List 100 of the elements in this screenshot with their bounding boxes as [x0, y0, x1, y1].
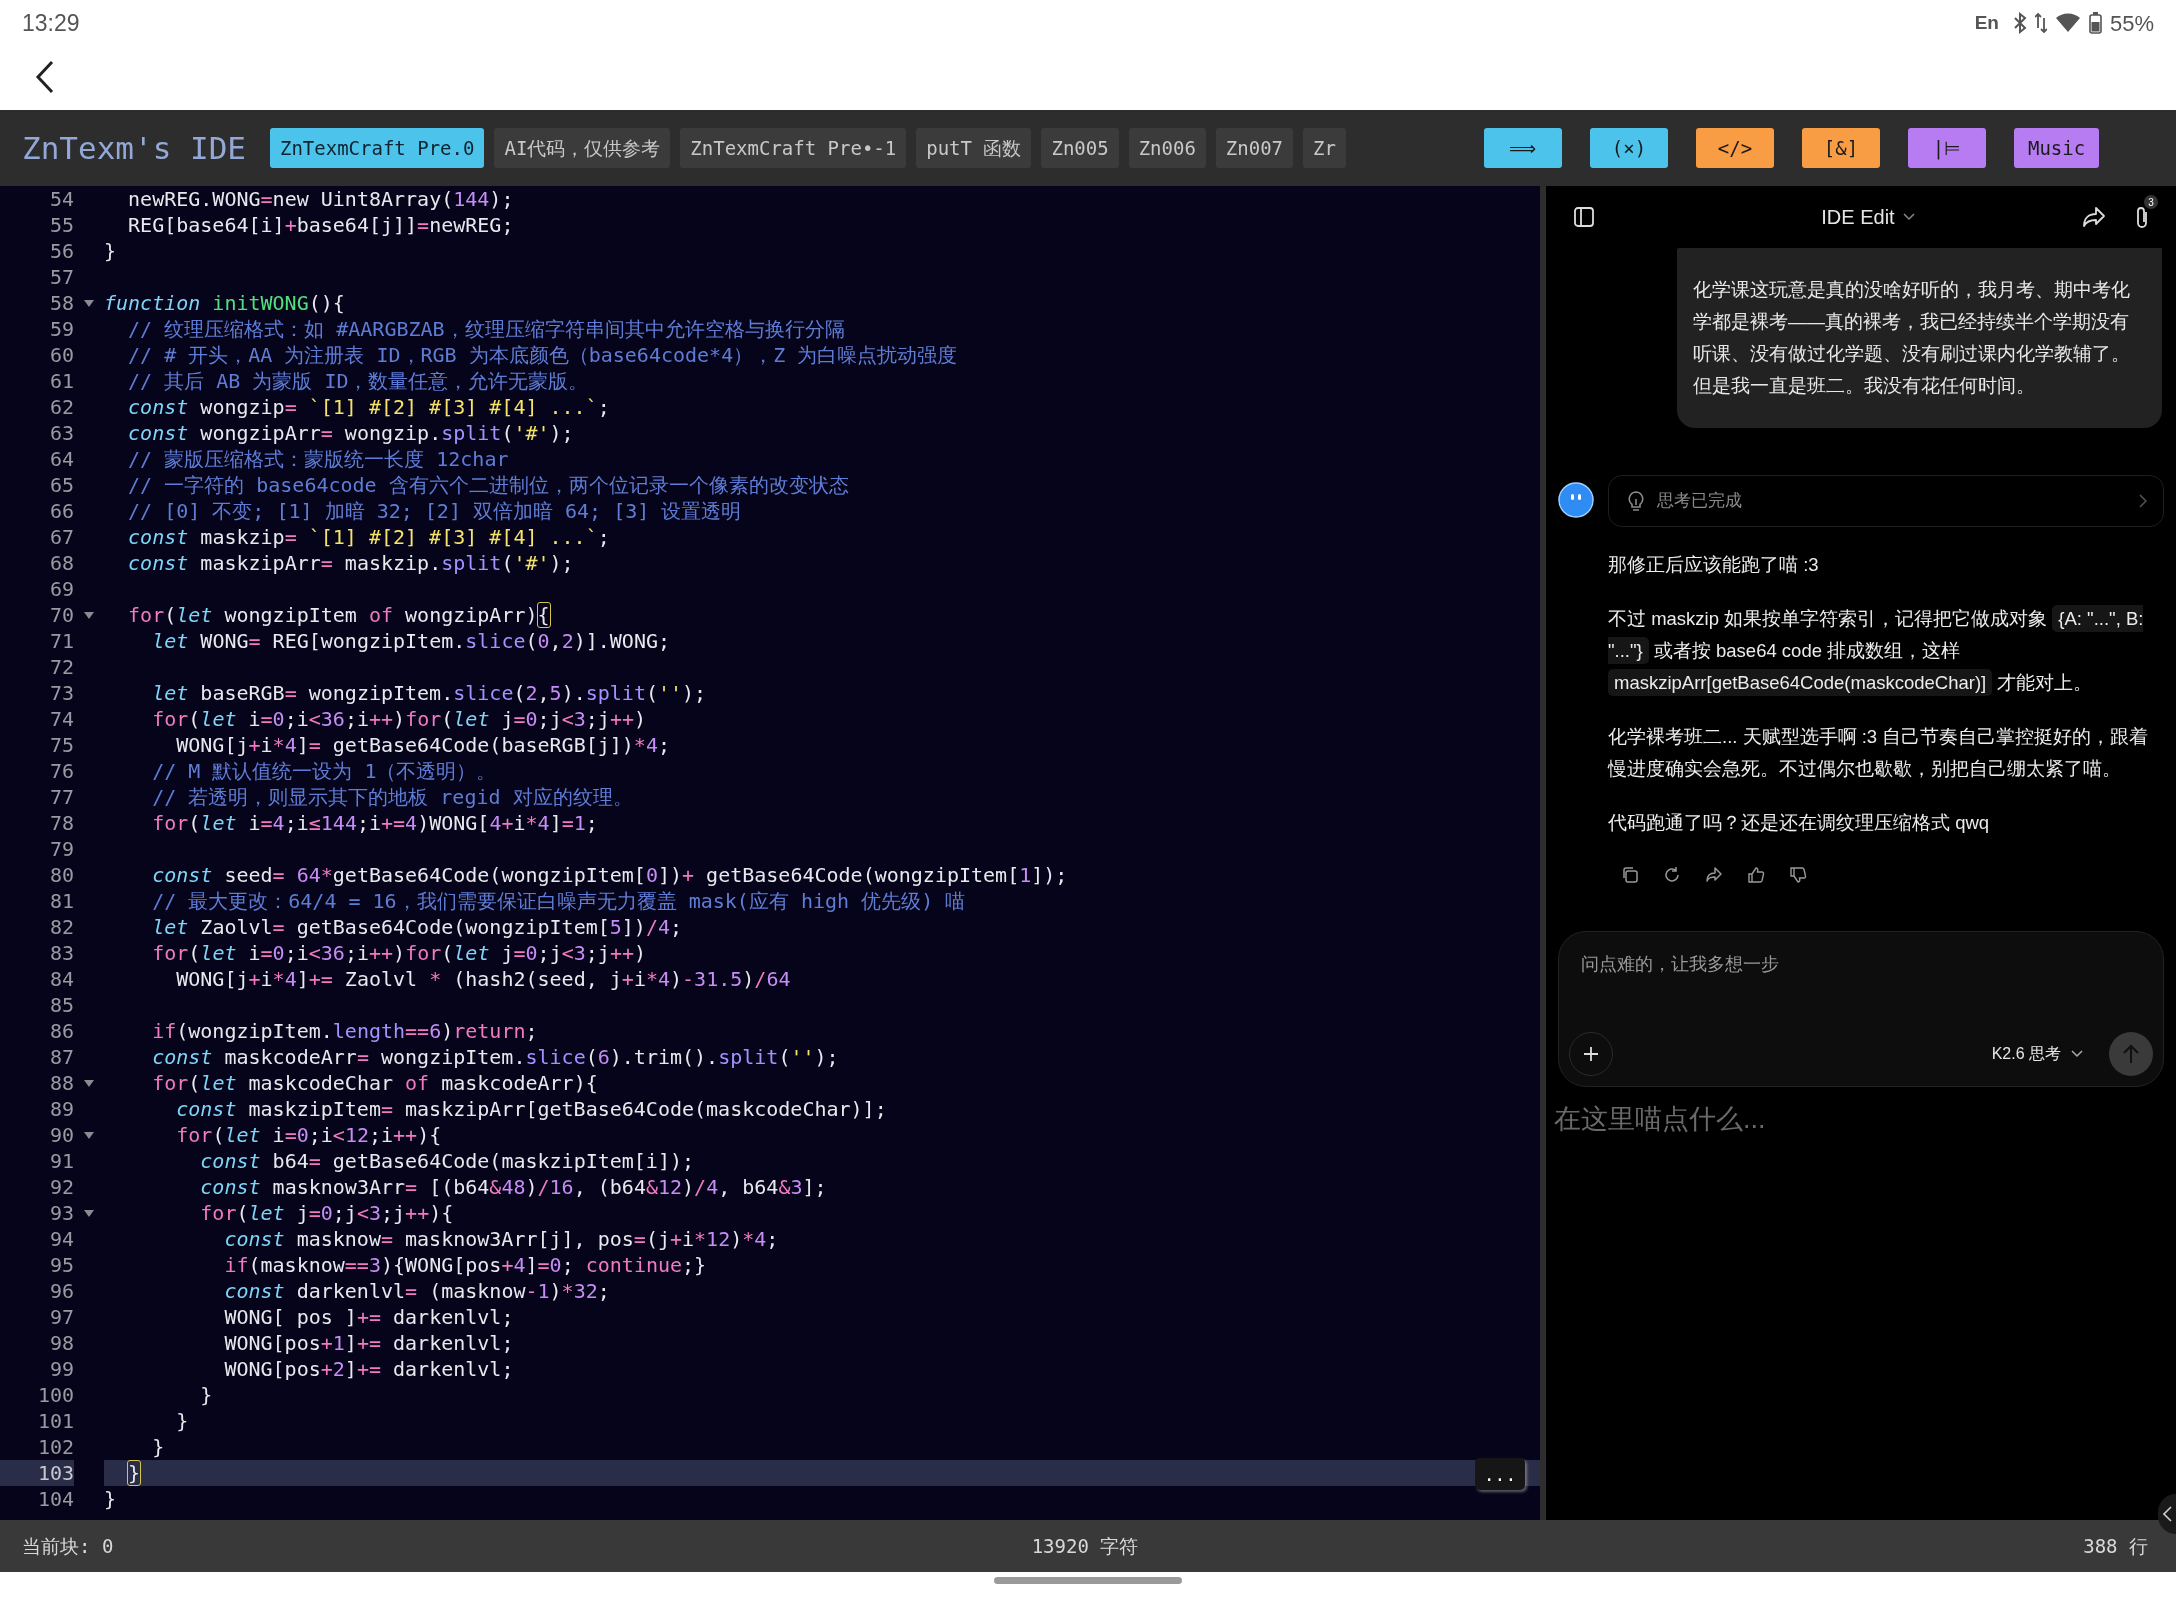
line-number: 98: [48, 1330, 74, 1356]
thumbs-down-icon[interactable]: [1789, 866, 1807, 884]
sidebar-toggle-icon[interactable]: [1574, 207, 1594, 227]
code-line: const masknow3Arr= [(b64&48)/16, (b64&12)/4, b64&3];: [199, 1174, 828, 1200]
code-line: const b64= getBase64Code(maskzipItem[i]);: [199, 1148, 696, 1174]
battery-icon: [2088, 12, 2102, 34]
code-line: WONG[j+i*4]+= Zaolvl * (hash2(seed, j+i*4)-31.5)/64: [175, 966, 792, 992]
line-number: 104: [36, 1486, 74, 1512]
code-line: WONG[j+i*4]= getBase64Code(baseRGB[j])*4;: [175, 732, 671, 758]
file-tab[interactable]: AI代码，仅供参考: [494, 128, 671, 168]
data-arrows-icon: [2034, 12, 2047, 34]
ide-input-field[interactable]: 在这里喵点什么...: [1554, 1099, 2154, 1139]
line-number: 54: [48, 186, 74, 212]
code-line: const maskzipArr= maskzip.split('#');: [127, 550, 575, 576]
code-line: const maskzip= `[1] #[2] #[3] #[4] ...`;: [127, 524, 611, 550]
line-number: 83: [48, 940, 74, 966]
line-number: 91: [48, 1148, 74, 1174]
file-tab[interactable]: Zr: [1303, 128, 1346, 168]
line-number: 94: [48, 1226, 74, 1252]
line-count: 388 行: [2082, 1533, 2148, 1559]
line-number: 97: [48, 1304, 74, 1330]
file-tab[interactable]: ZnTexmCraft Pre.0: [269, 128, 485, 168]
code-line: function initWONG(){: [104, 290, 346, 316]
line-number: 56: [48, 238, 74, 264]
attachment-icon[interactable]: [2134, 205, 2150, 231]
code-line: // 若透明，则显示其下的地板 regid 对应的纹理。: [151, 784, 634, 810]
line-number: 86: [48, 1018, 74, 1044]
file-tab[interactable]: Zn005: [1041, 128, 1119, 168]
line-number: 85: [48, 992, 74, 1018]
toolbar-button[interactable]: [&]: [1801, 128, 1880, 168]
code-line: WONG[pos+1]+= darkenlvl;: [223, 1330, 515, 1356]
line-number: 99: [48, 1356, 74, 1382]
file-tab[interactable]: putT 函数: [916, 128, 1032, 168]
fold-arrow-icon[interactable]: [84, 1079, 94, 1087]
character-count: 13920 字符: [1031, 1533, 1139, 1559]
copy-icon[interactable]: [1621, 866, 1639, 884]
toolbar-button[interactable]: Music: [2013, 128, 2100, 168]
code-line: WONG[ pos ]+= darkenlvl;: [223, 1304, 515, 1330]
line-number: 89: [48, 1096, 74, 1122]
fold-arrow-icon[interactable]: [84, 299, 94, 307]
app-title: ZnTexm's IDE: [22, 128, 246, 168]
more-button[interactable]: ...: [1475, 1458, 1525, 1490]
mode-dropdown[interactable]: IDE Edit: [1821, 202, 1915, 232]
code-line: // 其后 AB 为蒙版 ID，数量任意，允许无蒙版。: [127, 368, 590, 394]
fold-arrow-icon[interactable]: [84, 611, 94, 619]
code-line: // 蒙版压缩格式：蒙版统一长度 12char: [127, 446, 510, 472]
share-icon[interactable]: [2082, 206, 2106, 228]
line-number: 55: [48, 212, 74, 238]
wifi-icon: [2054, 12, 2081, 34]
thinking-toggle[interactable]: 思考已完成: [1608, 475, 2164, 527]
line-number: 65: [48, 472, 74, 498]
assistant-message-paragraph: 那修正后应该能跑了喵 :3: [1608, 553, 1820, 577]
fold-arrow-icon[interactable]: [84, 1209, 94, 1217]
chevron-down-icon: [1902, 213, 1915, 221]
assistant-avatar-icon: [1558, 482, 1594, 518]
toolbar-button[interactable]: (×): [1589, 128, 1668, 168]
line-number: 96: [48, 1278, 74, 1304]
code-line: for(let i=0;i<36;i++)for(let j=0;j<3;j++): [151, 706, 648, 732]
line-number: 103: [0, 1460, 74, 1486]
model-selector[interactable]: K2.6 思考: [1991, 1042, 2083, 1066]
code-line: let baseRGB= wongzipItem.slice(2,5).split('');: [151, 680, 708, 706]
toolbar-button[interactable]: </>: [1695, 128, 1774, 168]
message-input[interactable]: 问点难的，让我多想一步: [1581, 944, 2141, 984]
file-tab[interactable]: Zn007: [1215, 128, 1294, 168]
collapse-panel-button[interactable]: [2158, 1494, 2176, 1534]
line-number: 88: [48, 1070, 74, 1096]
fold-arrow-icon[interactable]: [84, 1131, 94, 1139]
chevron-right-icon: [2139, 494, 2147, 508]
line-number: 78: [48, 810, 74, 836]
code-line: const maskzipItem= maskzipArr[getBase64Code(maskcodeChar)];: [175, 1096, 888, 1122]
code-line: // [0] 不变; [1] 加暗 32; [2] 双倍加暗 64; [3] 设置透明: [127, 498, 743, 524]
chevron-down-icon: [2071, 1050, 2083, 1058]
code-line: if(wongzipItem.length==6)return;: [151, 1018, 539, 1044]
chevron-left-icon: [2162, 1506, 2172, 1522]
line-number: 76: [48, 758, 74, 784]
code-line: // # 开头，AA 为注册表 ID，RGB 为本底颜色（base64code*4），Z 为白噪点扰动强度: [127, 342, 959, 368]
code-line: const wongzip= `[1] #[2] #[3] #[4] ...`;: [127, 394, 611, 420]
line-number: 74: [48, 706, 74, 732]
attachment-count-badge: 3: [2144, 195, 2158, 209]
toolbar-button[interactable]: |⊨: [1907, 128, 1986, 168]
thumbs-up-icon[interactable]: [1747, 866, 1765, 884]
line-number: 95: [48, 1252, 74, 1278]
lightbulb-icon: [1627, 490, 1645, 512]
file-tab[interactable]: ZnTexmCraft Pre•-1: [680, 128, 907, 168]
code-line: // 一字符的 base64code 含有六个二进制位，两个位记录一个像素的改变状态: [127, 472, 850, 498]
line-number: 69: [48, 576, 74, 602]
line-number: 92: [48, 1174, 74, 1200]
code-line: // 最大更改：64/4 = 16，我们需要保证白噪声无力覆盖 mask(应有 high 优先级) 喵: [151, 888, 967, 914]
file-tab[interactable]: Zn006: [1128, 128, 1206, 168]
arrow-up-icon: [2123, 1044, 2139, 1064]
refresh-icon[interactable]: [1663, 866, 1681, 884]
code-line: }: [104, 1486, 118, 1512]
code-line: }: [151, 1434, 166, 1460]
share-icon[interactable]: [1705, 866, 1723, 884]
toolbar-button[interactable]: ⟹: [1483, 128, 1562, 168]
code-line: }: [199, 1382, 214, 1408]
line-number: 67: [48, 524, 74, 550]
code-line: // 纹理压缩格式：如 #AARGBZAB，纹理压缩字符串间其中允许空格与换行分隔: [127, 316, 846, 342]
input-language: En: [1974, 10, 1999, 35]
line-number: 90: [48, 1122, 74, 1148]
